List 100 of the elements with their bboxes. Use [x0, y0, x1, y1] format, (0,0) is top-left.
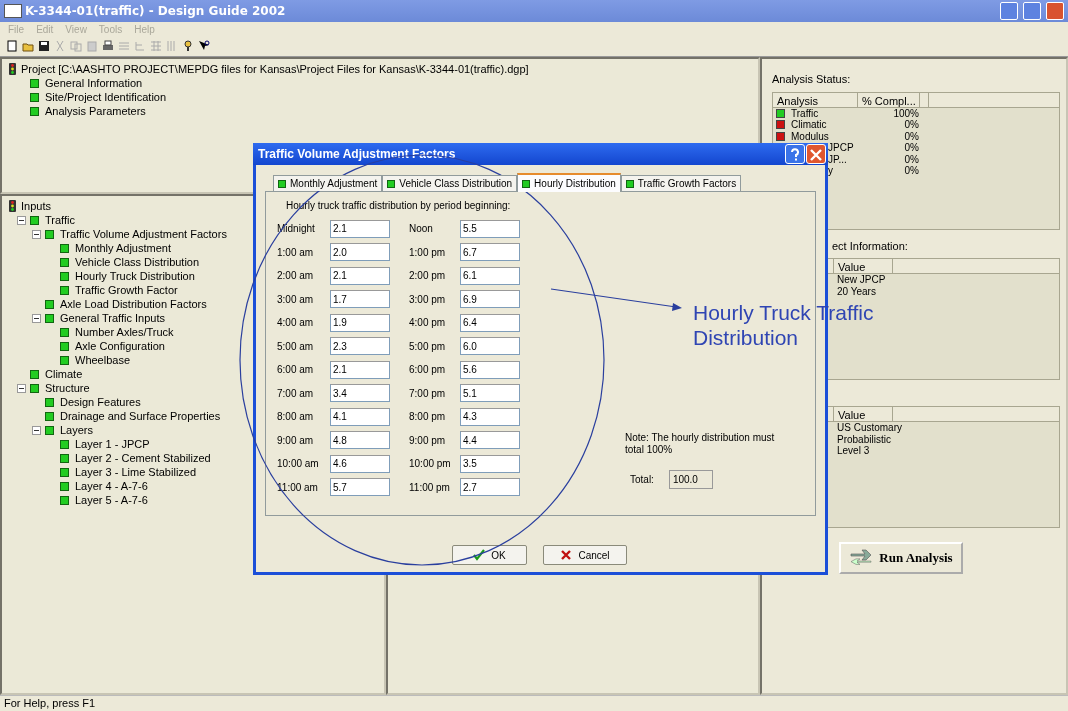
hour-label: 3:00 pm — [409, 292, 447, 307]
column-header[interactable]: % Compl... — [858, 92, 920, 107]
help-button[interactable] — [785, 144, 805, 164]
hour-field[interactable]: 2.1 — [330, 219, 390, 238]
hour-label: 6:00 pm — [409, 363, 447, 378]
run-analysis-button[interactable]: Run Analysis — [839, 542, 963, 574]
dialog-title: Traffic Volume Adjustment Factors — [258, 146, 456, 163]
status-square-icon — [45, 313, 54, 323]
column-header[interactable]: Value — [833, 407, 893, 421]
minimize-button[interactable] — [1000, 2, 1018, 20]
collapse-box[interactable] — [32, 425, 41, 435]
hour-field[interactable]: 1.7 — [330, 290, 390, 309]
tab[interactable]: Hourly Distribution — [517, 173, 621, 192]
traffic-light-icon — [8, 63, 17, 75]
hour-field[interactable]: 3.5 — [460, 454, 520, 473]
status-square-icon — [45, 299, 54, 309]
table-cell-text: Level 3 — [836, 444, 870, 459]
note-text: Note: The hourly distribution must total 100% — [625, 432, 775, 456]
status-square-icon — [45, 411, 54, 421]
restore-button[interactable] — [1023, 2, 1041, 20]
hour-field[interactable]: 5.6 — [460, 360, 520, 379]
table-cell-text: JPCP — [828, 141, 854, 155]
check-icon — [473, 549, 486, 561]
hour-field[interactable]: 6.9 — [460, 290, 520, 309]
open-folder-icon[interactable] — [22, 40, 34, 52]
status-square-icon — [30, 78, 39, 88]
window-title: K-3344-01(traffic) - Design Guide 2002 — [25, 3, 286, 20]
hour-field[interactable]: 4.4 — [460, 431, 520, 450]
collapse-box[interactable] — [17, 383, 26, 393]
context-help-icon[interactable] — [198, 40, 210, 52]
status-square-icon — [30, 92, 39, 102]
status-square-icon — [45, 229, 54, 239]
tab[interactable]: Traffic Growth Factors — [620, 175, 742, 191]
hour-label: 9:00 pm — [409, 433, 447, 448]
table-cell-text: JP... — [828, 152, 847, 167]
status-square-icon — [30, 106, 39, 116]
hour-label: 4:00 pm — [409, 316, 447, 331]
table-cell-text: Probabilistic — [836, 433, 891, 446]
close-button[interactable] — [1046, 2, 1064, 20]
hour-label: 8:00 pm — [409, 410, 447, 425]
status-square-icon — [60, 467, 69, 477]
hour-field[interactable]: 5.5 — [460, 219, 520, 238]
run-arrows-icon — [849, 548, 874, 568]
column-header[interactable]: Analysis — [773, 92, 858, 107]
hour-label: 10:00 am — [277, 457, 320, 472]
ok-button[interactable]: OK — [452, 545, 527, 565]
hour-field[interactable]: 2.1 — [330, 360, 390, 379]
table-cell-text: 0% — [903, 152, 919, 166]
table-cell-text: 20 Years — [836, 284, 876, 299]
hour-field[interactable]: 2.1 — [330, 266, 390, 285]
table-cell-text: 100% — [892, 107, 919, 120]
app-icon — [4, 4, 22, 18]
collapse-box[interactable] — [17, 215, 26, 225]
collapse-box[interactable] — [32, 313, 41, 323]
cancel-button[interactable]: Cancel — [543, 545, 627, 565]
table-cell-text: US Customary — [836, 421, 902, 435]
hour-field[interactable]: 6.4 — [460, 313, 520, 332]
hour-label: 2:00 pm — [409, 269, 447, 284]
status-square-icon — [60, 285, 69, 295]
collapse-box[interactable] — [32, 229, 41, 239]
total-field: 100.0 — [668, 470, 713, 489]
hour-label: 1:00 am — [277, 245, 315, 260]
hour-field[interactable]: 2.0 — [330, 243, 390, 262]
hour-field[interactable]: 6.7 — [460, 243, 520, 262]
print-icon[interactable] — [102, 40, 114, 52]
status-square-icon — [60, 243, 69, 253]
hour-label: 5:00 pm — [409, 339, 447, 354]
hour-label: 10:00 pm — [409, 457, 452, 472]
table-cell-text: 0% — [903, 118, 919, 132]
status-square-icon — [60, 355, 69, 365]
column-header[interactable]: Value — [833, 259, 893, 273]
table-cell-text: 0% — [903, 141, 919, 155]
table-cell-text: New JPCP — [836, 273, 886, 287]
hour-field[interactable]: 4.3 — [460, 407, 520, 426]
tab[interactable]: Vehicle Class Distribution — [382, 175, 518, 191]
status-square-icon — [30, 215, 39, 225]
section-label: ect Information: — [831, 238, 909, 254]
hour-field[interactable]: 5.7 — [330, 478, 390, 497]
hour-field[interactable]: 4.1 — [330, 407, 390, 426]
hour-field[interactable]: 5.1 — [460, 384, 520, 403]
hour-field[interactable]: 6.0 — [460, 337, 520, 356]
hour-field[interactable]: 4.8 — [330, 431, 390, 450]
close-button[interactable] — [806, 144, 826, 164]
help-icon[interactable] — [182, 40, 194, 52]
hour-field[interactable]: 3.4 — [330, 384, 390, 403]
hour-field[interactable]: 2.7 — [460, 478, 520, 497]
tab[interactable]: Monthly Adjustment — [273, 175, 383, 191]
status-square-icon — [60, 271, 69, 281]
status-text: For Help, press F1 — [4, 696, 96, 711]
hour-field[interactable]: 1.9 — [330, 313, 390, 332]
hour-field[interactable]: 2.3 — [330, 337, 390, 356]
new-file-icon[interactable] — [6, 40, 18, 52]
table-cell-text: y — [828, 164, 833, 179]
save-icon[interactable] — [38, 40, 50, 52]
hour-label: Noon — [409, 222, 434, 237]
status-square-icon — [60, 439, 69, 449]
hour-field[interactable]: 4.6 — [330, 454, 390, 473]
status-square-icon — [60, 481, 69, 491]
hour-label: 9:00 am — [277, 433, 315, 448]
hour-field[interactable]: 6.1 — [460, 266, 520, 285]
